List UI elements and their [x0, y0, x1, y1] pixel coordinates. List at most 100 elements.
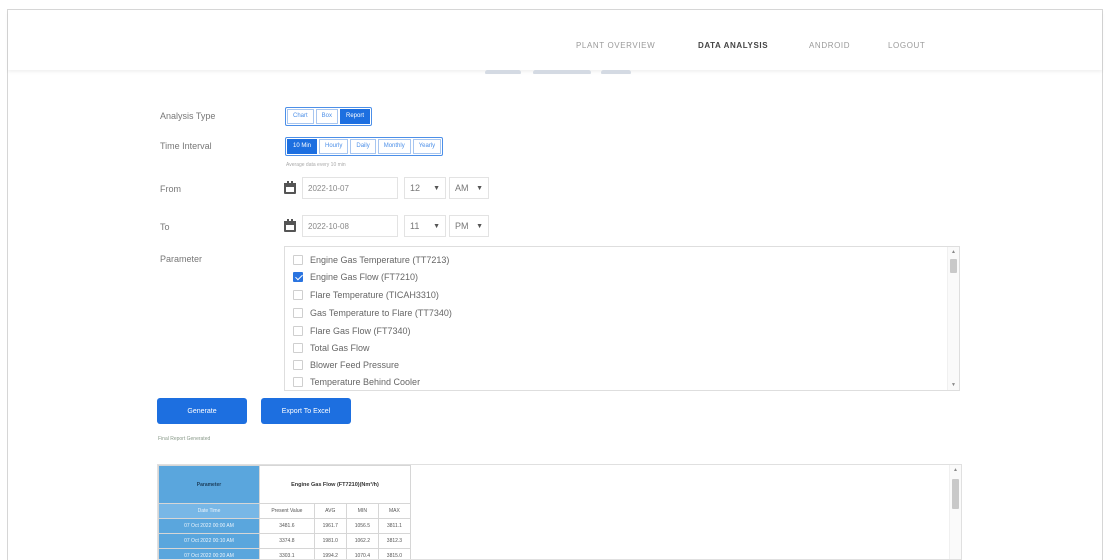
interval-10min[interactable]: 10 Min: [287, 139, 318, 154]
nav-logout[interactable]: LOGOUT: [888, 41, 925, 50]
to-date-input[interactable]: 2022-10-08: [302, 215, 398, 237]
row-time: 07 Oct 2022 00:00 AM: [158, 518, 260, 534]
to-ampm-select[interactable]: PM ▼: [449, 215, 489, 237]
checkbox-checked[interactable]: [293, 272, 303, 282]
table-row: 07 Oct 2022 00:10 AM 3374.8 1981.0 1062.…: [158, 533, 412, 549]
table-cell: 1981.0: [313, 533, 347, 549]
table-cell: 1994.2: [313, 548, 347, 559]
parameter-item-label: Blower Feed Pressure: [310, 360, 400, 370]
table-cell: 3481.6: [259, 518, 315, 534]
row-time: 07 Oct 2022 00:20 AM: [158, 548, 260, 559]
table-cell: 3815.0: [377, 548, 412, 559]
nav-data-analysis[interactable]: DATA ANALYSIS: [698, 41, 768, 50]
interval-hint: Average data every 10 min: [286, 162, 346, 168]
parameter-item[interactable]: Flare Gas Flow (FT7340): [293, 326, 411, 336]
report-table: Parameter Engine Gas Flow (FT7210)(Nm³/h…: [158, 465, 412, 559]
parameter-item[interactable]: Engine Gas Flow (FT7210): [293, 272, 418, 282]
from-ampm-select[interactable]: AM ▼: [449, 177, 489, 199]
table-row: 07 Oct 2022 00:00 AM 3481.6 1961.7 1056.…: [158, 518, 412, 534]
parameter-item-label: Total Gas Flow: [310, 343, 370, 353]
report-table-container: Parameter Engine Gas Flow (FT7210)(Nm³/h…: [157, 464, 962, 560]
table-side-header: Parameter: [158, 465, 260, 504]
parameter-item-label: Flare Temperature (TICAH3310): [310, 290, 439, 300]
sub-header: MIN: [345, 503, 379, 519]
scroll-thumb[interactable]: [950, 259, 957, 273]
parameter-item-label: Flare Gas Flow (FT7340): [310, 326, 411, 336]
parameter-item-label: Engine Gas Flow (FT7210): [310, 272, 419, 282]
scroll-down-icon[interactable]: ▼: [951, 382, 956, 388]
time-interval-label: Time Interval: [160, 141, 212, 151]
from-hour-value: 12: [410, 183, 421, 193]
report-scrollbar[interactable]: ▲: [949, 465, 961, 559]
parameter-item[interactable]: Engine Gas Temperature (TT7213): [293, 255, 449, 265]
sub-header: AVG: [313, 503, 347, 519]
analysis-type-box[interactable]: Box: [315, 109, 339, 124]
sub-header: Present Value: [259, 503, 315, 519]
parameter-scrollbar[interactable]: ▲ ▼: [947, 247, 959, 390]
parameter-label: Parameter: [160, 254, 203, 264]
table-cell: 3374.8: [259, 533, 315, 549]
parameter-item[interactable]: Gas Temperature to Flare (TT7340): [293, 308, 452, 318]
nav-plant-overview[interactable]: PLANT OVERVIEW: [576, 41, 655, 50]
top-navbar: PLANT OVERVIEW DATA ANALYSIS ANDROID LOG…: [8, 10, 1102, 70]
scroll-up-icon[interactable]: ▲: [951, 249, 956, 255]
interval-hourly[interactable]: Hourly: [319, 139, 349, 154]
analysis-type-toggle: Chart Box Report: [285, 107, 373, 126]
from-row: 2022-10-07 12 ▼ AM ▼: [283, 177, 489, 199]
status-message: Final Report Generated: [158, 436, 211, 442]
from-date-input[interactable]: 2022-10-07: [302, 177, 398, 199]
time-interval-toggle: 10 Min Hourly Daily Monthly Yearly: [285, 137, 444, 156]
from-ampm-value: AM: [455, 183, 469, 193]
scroll-up-icon[interactable]: ▲: [953, 467, 958, 473]
parameter-item[interactable]: Blower Feed Pressure: [293, 360, 399, 370]
sub-header: MAX: [377, 503, 412, 519]
interval-yearly[interactable]: Yearly: [412, 139, 442, 154]
checkbox[interactable]: [293, 360, 303, 370]
calendar-icon[interactable]: [283, 181, 297, 195]
parameter-item-label: Temperature Behind Cooler: [310, 377, 421, 387]
chevron-down-icon: ▼: [433, 222, 440, 230]
checkbox[interactable]: [293, 326, 303, 336]
analysis-type-report[interactable]: Report: [340, 109, 371, 124]
checkbox[interactable]: [293, 308, 303, 318]
nav-android[interactable]: ANDROID: [809, 41, 850, 50]
to-row: 2022-10-08 11 ▼ PM ▼: [283, 215, 489, 237]
to-hour-value: 11: [410, 221, 420, 231]
parameter-item-label: Engine Gas Temperature (TT7213): [310, 255, 450, 265]
analysis-type-chart[interactable]: Chart: [287, 109, 314, 124]
table-cell: 1056.5: [345, 518, 379, 534]
generate-button[interactable]: Generate: [157, 398, 247, 424]
table-cell: 3812.3: [377, 533, 412, 549]
chevron-down-icon: ▼: [433, 184, 440, 192]
table-cell: 1070.4: [345, 548, 379, 559]
scroll-thumb[interactable]: [952, 479, 959, 509]
checkbox[interactable]: [293, 290, 303, 300]
analysis-type-label: Analysis Type: [160, 111, 216, 121]
parameter-item[interactable]: Temperature Behind Cooler: [293, 377, 420, 387]
from-hour-select[interactable]: 12 ▼: [404, 177, 446, 199]
table-column-header: Engine Gas Flow (FT7210)(Nm³/h): [259, 465, 411, 504]
to-hour-select[interactable]: 11 ▼: [404, 215, 446, 237]
parameter-item-label: Gas Temperature to Flare (TT7340): [310, 308, 452, 318]
table-cell: 3811.1: [377, 518, 412, 534]
table-cell: 3303.1: [259, 548, 315, 559]
row-time: 07 Oct 2022 00:10 AM: [158, 533, 260, 549]
parameter-list: Engine Gas Temperature (TT7213) Engine G…: [284, 246, 960, 391]
checkbox[interactable]: [293, 343, 303, 353]
checkbox[interactable]: [293, 255, 303, 265]
from-label: From: [160, 184, 181, 194]
table-cell: 1961.7: [313, 518, 347, 534]
to-ampm-value: PM: [455, 221, 469, 231]
table-cell: 1062.2: [345, 533, 379, 549]
interval-monthly[interactable]: Monthly: [377, 139, 411, 154]
calendar-icon[interactable]: [283, 219, 297, 233]
interval-daily[interactable]: Daily: [350, 139, 376, 154]
chevron-down-icon: ▼: [476, 184, 483, 192]
to-label: To: [160, 222, 170, 232]
date-time-header: Date Time: [158, 503, 260, 519]
parameter-item[interactable]: Total Gas Flow: [293, 343, 370, 353]
table-row: 07 Oct 2022 00:20 AM 3303.1 1994.2 1070.…: [158, 548, 412, 559]
parameter-item[interactable]: Flare Temperature (TICAH3310): [293, 290, 439, 300]
checkbox[interactable]: [293, 377, 303, 387]
export-excel-button[interactable]: Export To Excel: [261, 398, 351, 424]
